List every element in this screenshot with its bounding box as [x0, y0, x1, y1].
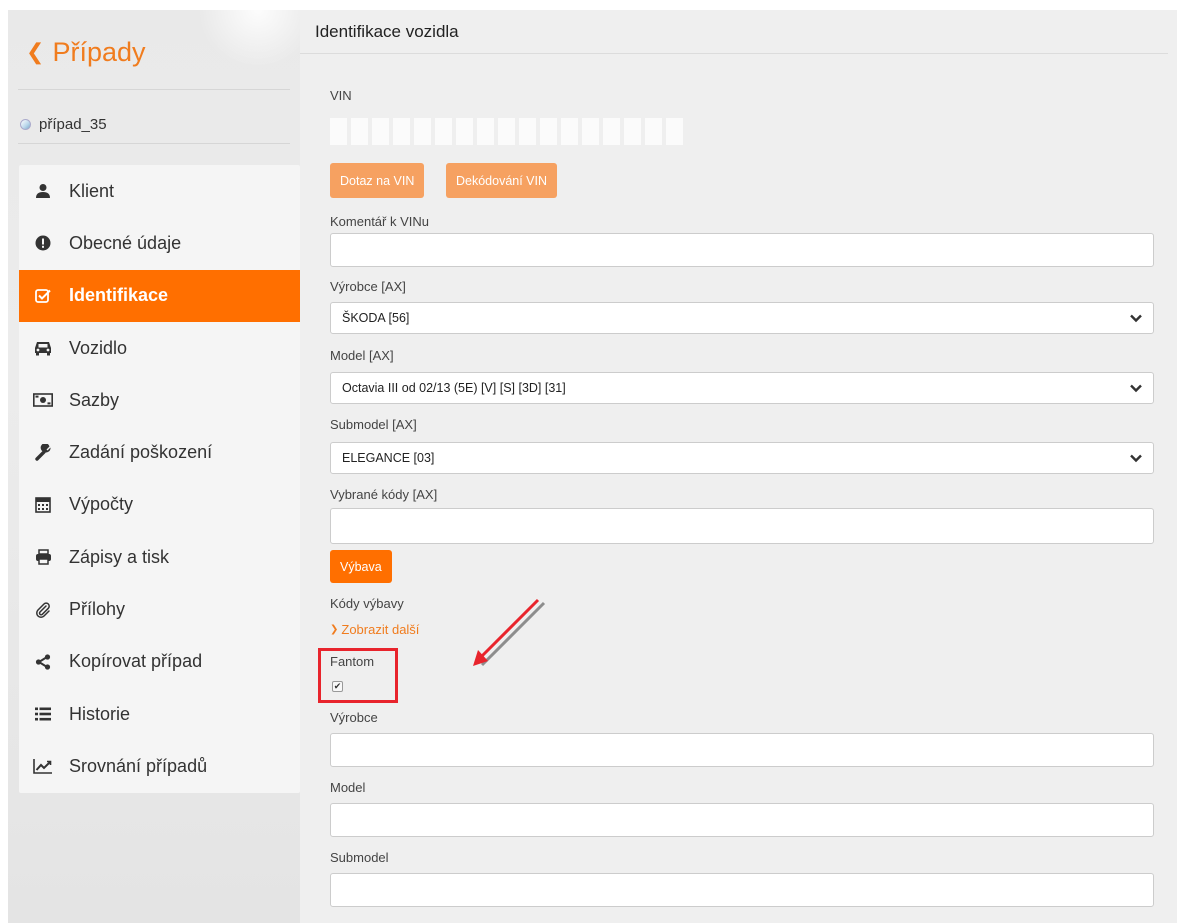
sidebar-item-vozidlo[interactable]: Vozidlo — [19, 322, 300, 374]
sidebar-item-label: Zadání poškození — [69, 442, 213, 463]
sidebar-item-identifikace[interactable]: Identifikace — [19, 269, 300, 322]
chevron-down-icon: ❯ — [330, 624, 339, 635]
sidebar-item-klient[interactable]: Klient — [19, 165, 300, 217]
back-link-label: Případy — [52, 36, 146, 67]
vin-input-group — [330, 118, 683, 145]
show-more-link[interactable]: ❯ Zobrazit další — [330, 622, 419, 637]
calculator-icon — [31, 497, 55, 513]
selected-codes-textarea[interactable] — [330, 508, 1154, 544]
submodel-input[interactable] — [330, 873, 1154, 907]
sidebar-item-vypocty[interactable]: Výpočty — [19, 479, 300, 531]
vin-comment-label: Komentář k VINu — [330, 214, 429, 229]
sidebar-item-label: Přílohy — [69, 599, 126, 620]
fantom-label: Fantom — [330, 654, 375, 669]
vin-char-input[interactable] — [519, 118, 536, 145]
sidebar-item-prilohy[interactable]: Přílohy — [19, 583, 300, 635]
sidebar-item-label: Obecné údaje — [69, 232, 182, 253]
sidebar-item-sazby[interactable]: Sazby — [19, 374, 300, 426]
sidebar: ❮ Případy případ_35 Klient Obecné údaje … — [8, 10, 300, 923]
chevron-down-icon — [1130, 314, 1142, 323]
sidebar-item-label: Srovnání případů — [69, 755, 208, 776]
manufacturer-input[interactable] — [330, 733, 1154, 767]
model-label: Model — [330, 780, 366, 795]
sidebar-item-srovnani-pripadu[interactable]: Srovnání případů — [19, 740, 300, 792]
sidebar-item-label: Kopírovat případ — [69, 651, 203, 672]
exclamation-circle-icon — [31, 235, 55, 251]
sidebar-item-label: Identifikace — [69, 285, 169, 306]
sidebar-menu: Klient Obecné údaje Identifikace Vozidlo… — [19, 165, 300, 793]
sidebar-item-label: Zápisy a tisk — [69, 546, 170, 567]
selected-codes-label: Vybrané kódy [AX] — [330, 487, 438, 502]
submodel-label: Submodel — [330, 850, 389, 865]
vin-char-input[interactable] — [540, 118, 557, 145]
vin-decode-button[interactable]: Dekódování VIN — [446, 163, 558, 198]
model-ax-select[interactable]: Octavia III od 02/13 (5E) [V] [S] [3D] [… — [330, 372, 1154, 404]
submodel-ax-select[interactable]: ELEGANCE [03] — [330, 442, 1154, 474]
vin-char-input[interactable] — [603, 118, 620, 145]
vin-char-input[interactable] — [498, 118, 515, 145]
model-input[interactable] — [330, 803, 1154, 837]
vin-char-input[interactable] — [582, 118, 599, 145]
vin-char-input[interactable] — [561, 118, 578, 145]
share-icon — [31, 654, 55, 670]
sidebar-item-zapisy-a-tisk[interactable]: Zápisy a tisk — [19, 531, 300, 583]
vin-query-button[interactable]: Dotaz na VIN — [330, 163, 425, 198]
vin-char-input[interactable] — [666, 118, 683, 145]
equipment-button[interactable]: Výbava — [330, 550, 392, 583]
vin-char-input[interactable] — [372, 118, 389, 145]
vin-comment-input[interactable] — [330, 233, 1154, 267]
money-icon — [31, 393, 55, 408]
model-ax-label: Model [AX] — [330, 348, 394, 363]
manufacturer-label: Výrobce — [330, 710, 378, 725]
sidebar-item-obecne-udaje[interactable]: Obecné údaje — [19, 217, 300, 269]
divider — [18, 143, 290, 144]
check-square-icon — [31, 288, 55, 304]
divider — [18, 89, 290, 90]
model-ax-value: Octavia III od 02/13 (5E) [V] [S] [3D] [… — [342, 381, 566, 395]
sidebar-item-label: Klient — [69, 180, 115, 201]
sidebar-item-label: Vozidlo — [69, 337, 128, 358]
equipment-codes-label: Kódy výbavy — [330, 596, 404, 611]
car-icon — [31, 340, 55, 356]
paperclip-icon — [31, 601, 55, 618]
submodel-ax-label: Submodel [AX] — [330, 417, 417, 432]
vin-char-input[interactable] — [645, 118, 662, 145]
submodel-ax-value: ELEGANCE [03] — [342, 451, 435, 465]
show-more-label: Zobrazit další — [341, 622, 420, 637]
manufacturer-ax-label: Výrobce [AX] — [330, 279, 406, 294]
annotation-arrow — [473, 598, 546, 667]
vin-char-input[interactable] — [351, 118, 368, 145]
sidebar-item-label: Sazby — [69, 389, 120, 410]
fantom-checkbox[interactable]: ✔ — [332, 681, 343, 692]
sidebar-item-label: Výpočty — [69, 494, 134, 515]
case-status-icon — [20, 119, 31, 130]
page-title: Identifikace vozidla — [300, 10, 1168, 54]
chevron-down-icon — [1130, 454, 1142, 463]
chevron-left-icon: ❮ — [26, 39, 45, 64]
printer-icon — [31, 549, 55, 565]
list-icon — [31, 707, 55, 721]
vin-char-input[interactable] — [456, 118, 473, 145]
vin-char-input[interactable] — [477, 118, 494, 145]
manufacturer-ax-value: ŠKODA [56] — [342, 311, 410, 325]
vin-char-input[interactable] — [414, 118, 431, 145]
wrench-icon — [31, 444, 55, 461]
vin-char-input[interactable] — [393, 118, 410, 145]
sidebar-item-label: Historie — [69, 703, 131, 724]
vin-char-input[interactable] — [330, 118, 347, 145]
manufacturer-ax-select[interactable]: ŠKODA [56] — [330, 302, 1154, 334]
main-panel: Identifikace vozidla VIN Dotaz na VIN De… — [300, 10, 1177, 923]
case-indicator: případ_35 — [20, 116, 107, 133]
sidebar-item-kopirovat-pripad[interactable]: Kopírovat případ — [19, 636, 300, 688]
user-icon — [31, 183, 55, 199]
vin-char-input[interactable] — [435, 118, 452, 145]
case-name: případ_35 — [39, 116, 107, 133]
sidebar-item-zadani-poskozeni[interactable]: Zadání poškození — [19, 426, 300, 478]
chevron-down-icon — [1130, 384, 1142, 393]
vin-label: VIN — [330, 88, 352, 103]
vin-char-input[interactable] — [624, 118, 641, 145]
sidebar-item-historie[interactable]: Historie — [19, 688, 300, 740]
back-to-cases-link[interactable]: ❮ Případy — [26, 32, 146, 72]
line-chart-icon — [31, 758, 55, 775]
